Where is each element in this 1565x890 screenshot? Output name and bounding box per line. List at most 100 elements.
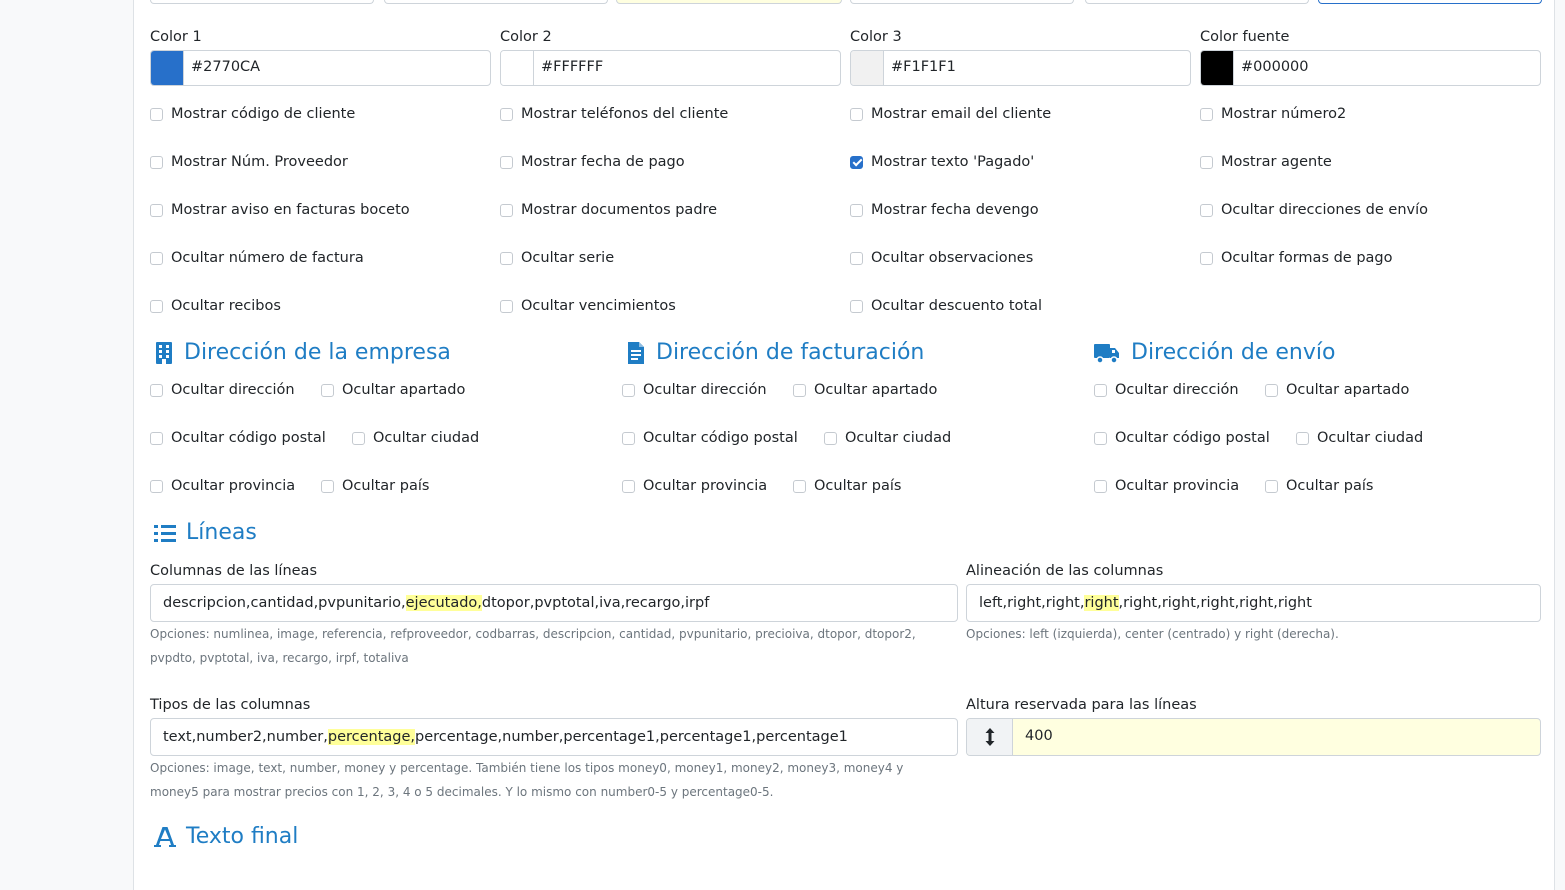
checkbox[interactable] (500, 299, 513, 313)
checkbox[interactable] (850, 251, 863, 265)
option-checkbox[interactable]: Ocultar provincia (150, 478, 295, 494)
checkbox[interactable] (1200, 107, 1213, 121)
option-checkbox[interactable]: Ocultar descuento total (850, 298, 1042, 314)
option-checkbox[interactable]: Ocultar apartado (1265, 382, 1409, 398)
checkbox[interactable] (793, 479, 806, 493)
checkbox[interactable] (1265, 383, 1278, 397)
lines-height-input[interactable]: 400 (966, 718, 1541, 756)
checkbox[interactable] (824, 431, 837, 445)
checkbox[interactable] (150, 299, 163, 313)
option-checkbox[interactable]: Mostrar Núm. Proveedor (150, 154, 348, 170)
option-checkbox[interactable]: Ocultar país (793, 478, 901, 494)
checkbox[interactable] (321, 479, 334, 493)
alignment-label: Alineación de las columnas (966, 563, 1164, 579)
checkbox[interactable] (622, 479, 635, 493)
checkbox[interactable] (321, 383, 334, 397)
color1-label: Color 1 (150, 29, 202, 45)
checkbox[interactable] (150, 155, 163, 169)
alignment-help: Opciones: left (izquierda), center (cent… (966, 627, 1339, 641)
color1-swatch[interactable] (151, 51, 184, 85)
option-checkbox[interactable]: Ocultar dirección (622, 382, 767, 398)
option-checkbox[interactable]: Ocultar país (1265, 478, 1373, 494)
option-checkbox[interactable]: Mostrar fecha devengo (850, 202, 1039, 218)
checkbox[interactable] (1094, 479, 1107, 493)
checkbox[interactable] (1296, 431, 1309, 445)
partial-input[interactable] (616, 0, 842, 4)
option-checkbox[interactable]: Ocultar recibos (150, 298, 281, 314)
font-icon (154, 826, 176, 847)
option-checkbox[interactable]: Ocultar direcciones de envío (1200, 202, 1428, 218)
checkbox[interactable] (150, 107, 163, 121)
option-checkbox[interactable]: Ocultar número de factura (150, 250, 364, 266)
color2-swatch[interactable] (501, 51, 534, 85)
checkbox[interactable] (1094, 383, 1107, 397)
option-checkbox[interactable]: Mostrar agente (1200, 154, 1332, 170)
color1-input[interactable]: #2770CA (150, 50, 491, 86)
checkbox[interactable] (500, 251, 513, 265)
option-checkbox[interactable]: Ocultar provincia (1094, 478, 1239, 494)
partial-button[interactable] (1318, 0, 1542, 4)
option-checkbox[interactable]: Mostrar código de cliente (150, 106, 355, 122)
column-types-input[interactable]: text,number2,number, percentage, percentag… (150, 718, 958, 756)
font-color-value: #000000 (1241, 59, 1309, 75)
option-checkbox[interactable]: Ocultar provincia (622, 478, 767, 494)
checkbox[interactable] (1200, 155, 1213, 169)
checkbox[interactable] (793, 383, 806, 397)
checkbox[interactable] (150, 251, 163, 265)
partial-input[interactable] (384, 0, 608, 4)
checkbox[interactable] (500, 203, 513, 217)
option-checkbox[interactable]: Ocultar observaciones (850, 250, 1033, 266)
list-icon (154, 524, 176, 542)
checkbox[interactable] (1200, 251, 1213, 265)
partial-input[interactable] (1085, 0, 1309, 4)
font-color-swatch[interactable] (1201, 51, 1234, 85)
option-checkbox[interactable]: Ocultar apartado (321, 382, 465, 398)
option-checkbox[interactable]: Ocultar ciudad (352, 430, 479, 446)
checkbox[interactable] (1265, 479, 1278, 493)
option-checkbox[interactable]: Ocultar país (321, 478, 429, 494)
color2-input[interactable]: #FFFFFF (500, 50, 841, 86)
option-checkbox[interactable]: Mostrar aviso en facturas boceto (150, 202, 410, 218)
option-checkbox[interactable]: Ocultar formas de pago (1200, 250, 1393, 266)
option-checkbox[interactable]: Ocultar código postal (150, 430, 326, 446)
building-icon (156, 341, 172, 364)
partial-input[interactable] (150, 0, 374, 4)
checkbox[interactable] (850, 203, 863, 217)
checkbox[interactable] (622, 431, 635, 445)
partial-input[interactable] (850, 0, 1074, 4)
option-checkbox[interactable]: Mostrar número2 (1200, 106, 1346, 122)
columns-label: Columnas de las líneas (150, 563, 317, 579)
checkbox[interactable] (850, 299, 863, 313)
option-checkbox[interactable]: Ocultar serie (500, 250, 614, 266)
option-checkbox[interactable]: Ocultar ciudad (824, 430, 951, 446)
columns-input[interactable]: descripcion,cantidad,pvpunitario, ejecuta… (150, 584, 958, 622)
checkbox[interactable] (1094, 431, 1107, 445)
option-checkbox[interactable]: Mostrar email del cliente (850, 106, 1051, 122)
checkbox[interactable] (622, 383, 635, 397)
checkbox[interactable] (150, 431, 163, 445)
option-checkbox[interactable]: Mostrar fecha de pago (500, 154, 685, 170)
checkbox[interactable] (500, 107, 513, 121)
alignment-input[interactable]: left,right,right, right ,right,right,right… (966, 584, 1541, 622)
option-checkbox[interactable]: Ocultar apartado (793, 382, 937, 398)
checkbox-checked[interactable] (850, 155, 863, 169)
color3-input[interactable]: #F1F1F1 (850, 50, 1191, 86)
option-checkbox[interactable]: Ocultar código postal (622, 430, 798, 446)
color3-swatch[interactable] (851, 51, 884, 85)
checkbox[interactable] (352, 431, 365, 445)
font-color-input[interactable]: #000000 (1200, 50, 1541, 86)
checkbox[interactable] (850, 107, 863, 121)
option-checkbox[interactable]: Ocultar código postal (1094, 430, 1270, 446)
option-checkbox[interactable]: Mostrar teléfonos del cliente (500, 106, 728, 122)
checkbox[interactable] (150, 203, 163, 217)
checkbox[interactable] (1200, 203, 1213, 217)
option-checkbox[interactable]: Ocultar ciudad (1296, 430, 1423, 446)
checkbox[interactable] (150, 479, 163, 493)
option-checkbox[interactable]: Ocultar dirección (150, 382, 295, 398)
option-checkbox-checked[interactable]: Mostrar texto 'Pagado' (850, 154, 1034, 170)
option-checkbox[interactable]: Mostrar documentos padre (500, 202, 717, 218)
checkbox[interactable] (150, 383, 163, 397)
checkbox[interactable] (500, 155, 513, 169)
option-checkbox[interactable]: Ocultar vencimientos (500, 298, 676, 314)
option-checkbox[interactable]: Ocultar dirección (1094, 382, 1239, 398)
